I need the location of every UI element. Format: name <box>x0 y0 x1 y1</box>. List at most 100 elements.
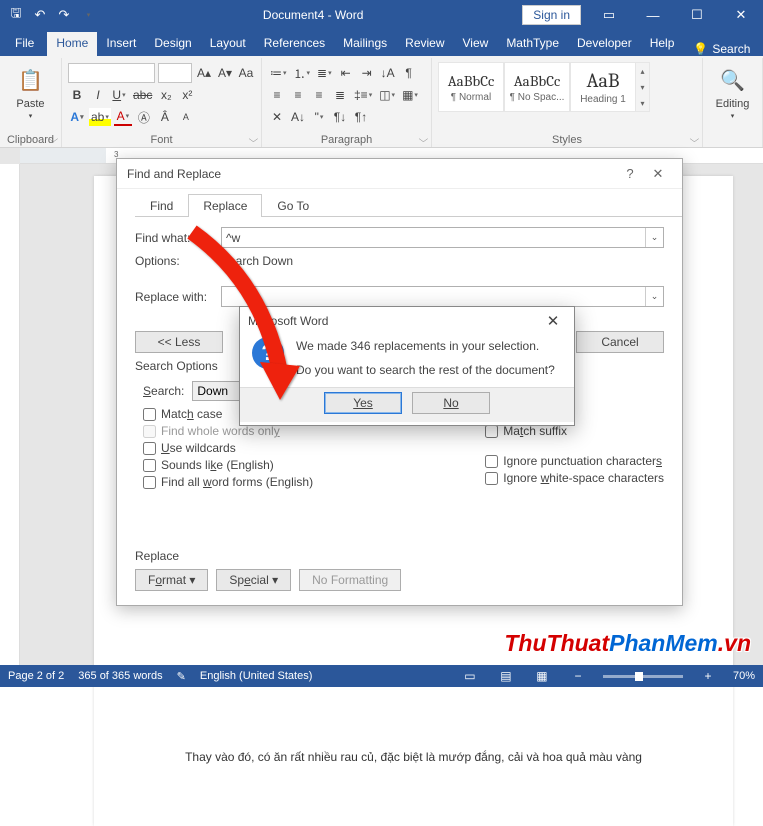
underline-button[interactable]: U <box>110 86 128 104</box>
maximize-icon[interactable]: ☐ <box>675 0 719 30</box>
styles-more-icon[interactable]: ▴▾▾ <box>636 62 650 112</box>
shrink-font-icon[interactable]: A▾ <box>216 64 234 82</box>
text-effects-icon[interactable]: A <box>68 108 86 126</box>
tab-mathtype[interactable]: MathType <box>497 32 568 56</box>
increase-indent-icon[interactable]: ⇥ <box>358 64 376 82</box>
status-proof-icon[interactable]: ✎ <box>177 670 186 683</box>
format-button[interactable]: Format ▾ <box>135 569 208 591</box>
chevron-down-icon[interactable]: ⌄ <box>645 228 663 247</box>
subscript-button[interactable]: x₂ <box>157 86 175 104</box>
vertical-ruler[interactable] <box>0 164 20 665</box>
para-pilcrow-icon[interactable]: ¶↓ <box>331 108 349 126</box>
larger-icon[interactable]: Â <box>156 108 174 126</box>
line-spacing-icon[interactable]: ‡≡ <box>352 86 374 104</box>
italic-button[interactable]: I <box>89 86 107 104</box>
bold-button[interactable]: B <box>68 86 86 104</box>
bullets-icon[interactable]: ≔ <box>268 64 289 82</box>
redo-icon[interactable]: ↷ <box>54 5 74 25</box>
font-size-combo[interactable] <box>158 63 192 83</box>
signin-button[interactable]: Sign in <box>522 5 581 25</box>
editing-button[interactable]: 🔍 Editing ▾ <box>709 62 756 122</box>
no-button[interactable]: No <box>412 392 490 414</box>
view-read-icon[interactable]: ▭ <box>459 669 481 683</box>
decrease-indent-icon[interactable]: ⇤ <box>337 64 355 82</box>
chevron-down-icon[interactable]: ⌄ <box>645 287 663 306</box>
tab-insert[interactable]: Insert <box>97 32 145 56</box>
style-nospacing[interactable]: AaBbCc¶ No Spac... <box>504 62 570 112</box>
styles-gallery[interactable]: AaBbCc¶ Normal AaBbCc¶ No Spac... AaBHea… <box>438 62 696 112</box>
change-case-icon[interactable]: Aa <box>237 64 255 82</box>
dialog-close-icon[interactable]: ✕ <box>644 166 672 182</box>
match-suffix-check[interactable]: Match suffix <box>485 424 664 438</box>
strike-button[interactable]: abc <box>131 86 154 104</box>
character-border-icon[interactable]: Ⓐ <box>135 108 153 126</box>
smaller-icon[interactable]: A <box>177 108 195 126</box>
tab-layout[interactable]: Layout <box>201 32 255 56</box>
view-print-icon[interactable]: ▤ <box>495 669 517 683</box>
superscript-button[interactable]: x² <box>178 86 196 104</box>
show-marks-icon[interactable]: ¶ <box>400 64 418 82</box>
ribbon-display-icon[interactable]: ▭ <box>587 0 631 30</box>
fr-tab-find[interactable]: Find <box>135 194 188 217</box>
tab-help[interactable]: Help <box>641 32 684 56</box>
tab-review[interactable]: Review <box>396 32 453 56</box>
yes-button[interactable]: Yes <box>324 392 402 414</box>
cancel-button[interactable]: Cancel <box>576 331 664 353</box>
msgbox-close-icon[interactable]: ✕ <box>540 312 566 330</box>
tab-home[interactable]: Home <box>47 32 97 56</box>
style-normal[interactable]: AaBbCc¶ Normal <box>438 62 504 112</box>
replace-with-input[interactable]: ⌄ <box>221 286 664 307</box>
font-name-combo[interactable] <box>68 63 155 83</box>
align-left-icon[interactable]: ≡ <box>268 86 286 104</box>
undo-icon[interactable]: ↶ <box>30 5 50 25</box>
info-icon: ? <box>252 337 284 369</box>
para-a-icon[interactable]: A↓ <box>289 108 307 126</box>
qat-customize-icon[interactable] <box>78 5 98 25</box>
style-heading1[interactable]: AaBHeading 1 <box>570 62 636 112</box>
minimize-icon[interactable]: — <box>631 0 675 30</box>
numbering-icon[interactable]: ⒈ <box>292 64 313 82</box>
special-button[interactable]: Special ▾ <box>216 569 291 591</box>
sort-icon[interactable]: ↓A <box>379 64 397 82</box>
align-center-icon[interactable]: ≡ <box>289 86 307 104</box>
font-color-icon[interactable]: A <box>114 108 132 126</box>
close-icon[interactable]: ✕ <box>719 0 763 30</box>
tab-design[interactable]: Design <box>145 32 200 56</box>
multilevel-icon[interactable]: ≣ <box>315 64 334 82</box>
align-right-icon[interactable]: ≡ <box>310 86 328 104</box>
status-page[interactable]: Page 2 of 2 <box>8 670 64 682</box>
justify-icon[interactable]: ≣ <box>331 86 349 104</box>
wildcards-check[interactable]: Use wildcards <box>143 441 313 455</box>
ignore-punct-check[interactable]: Ignore punctuation characters <box>485 454 664 468</box>
zoom-in-icon[interactable]: + <box>697 669 719 683</box>
zoom-level[interactable]: 70% <box>733 670 755 682</box>
grow-font-icon[interactable]: A▴ <box>195 64 213 82</box>
view-web-icon[interactable]: ▦ <box>531 669 553 683</box>
zoom-out-icon[interactable]: − <box>567 669 589 683</box>
tell-me[interactable]: 💡Search <box>683 42 760 56</box>
tab-mailings[interactable]: Mailings <box>334 32 396 56</box>
borders-icon[interactable]: ▦ <box>400 86 420 104</box>
autosave-icon[interactable]: 🖫 <box>6 5 26 25</box>
less-button[interactable]: << Less <box>135 331 223 353</box>
zoom-slider[interactable] <box>603 675 683 678</box>
word-forms-check[interactable]: Find all word forms (English) <box>143 475 313 489</box>
dialog-help-icon[interactable]: ? <box>616 166 644 181</box>
ignore-ws-check[interactable]: Ignore white-space characters <box>485 471 664 485</box>
sounds-like-check[interactable]: Sounds like (English) <box>143 458 313 472</box>
status-language[interactable]: English (United States) <box>200 670 313 682</box>
shading-icon[interactable]: ◫ <box>377 86 397 104</box>
tab-file[interactable]: File <box>2 32 47 56</box>
status-words[interactable]: 365 of 365 words <box>78 670 162 682</box>
tab-developer[interactable]: Developer <box>568 32 641 56</box>
paste-button[interactable]: 📋 Paste ▾ <box>6 62 55 122</box>
tab-view[interactable]: View <box>454 32 498 56</box>
highlight-icon[interactable]: ab <box>89 108 111 126</box>
para-pilcrow2-icon[interactable]: ¶↑ <box>352 108 370 126</box>
fr-tab-replace[interactable]: Replace <box>188 194 262 217</box>
para-x-icon[interactable]: ✕ <box>268 108 286 126</box>
fr-tab-goto[interactable]: Go To <box>262 194 324 217</box>
find-what-input[interactable]: ^w⌄ <box>221 227 664 248</box>
para-dir-icon[interactable]: " <box>310 108 328 126</box>
tab-references[interactable]: References <box>255 32 334 56</box>
